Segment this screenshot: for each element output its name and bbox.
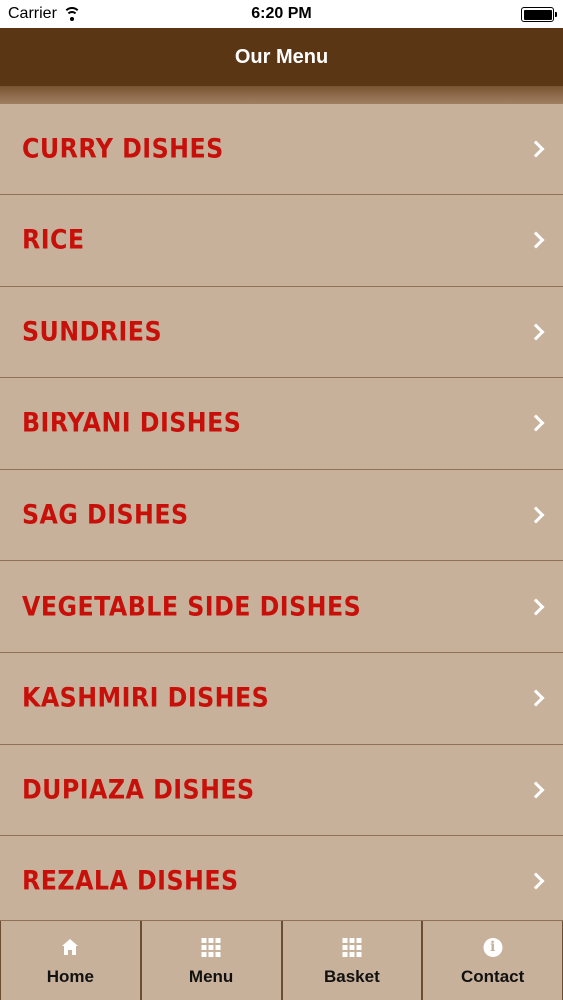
menu-item-sag-dishes[interactable]: SAG DISHES — [0, 469, 563, 562]
menu-item-label: RICE — [22, 224, 85, 256]
tab-bar: Home Menu Basket i Contact — [0, 920, 563, 1000]
menu-item-biryani-dishes[interactable]: BIRYANI DISHES — [0, 378, 563, 470]
nav-bar: Our Menu — [0, 28, 563, 86]
tab-contact[interactable]: i Contact — [422, 921, 563, 1000]
menu-item-rezala-dishes[interactable]: REZALA DISHES — [0, 836, 563, 920]
chevron-right-icon — [527, 598, 545, 616]
menu-item-label: SUNDRIES — [22, 316, 163, 348]
menu-item-curry-dishes[interactable]: CURRY DISHES — [0, 104, 563, 195]
menu-item-sundries[interactable]: SUNDRIES — [0, 286, 563, 379]
nav-bar-shadow — [0, 86, 563, 104]
home-icon — [62, 939, 79, 955]
chevron-right-icon — [527, 140, 545, 158]
chevron-right-icon — [527, 781, 545, 799]
chevron-right-icon — [527, 323, 545, 341]
grid-icon — [201, 938, 221, 957]
tab-home[interactable]: Home — [0, 921, 141, 1000]
tab-label: Contact — [460, 967, 525, 986]
tab-menu[interactable]: Menu — [140, 921, 282, 1000]
tab-label: Basket — [323, 967, 380, 986]
menu-item-label: DUPIAZA DISHES — [22, 774, 255, 806]
menu-list: CURRY DISHES RICE SUNDRIES BIRYANI DISHE… — [0, 104, 563, 920]
chevron-right-icon — [527, 231, 545, 249]
menu-item-label: CURRY DISHES — [22, 133, 224, 165]
menu-item-rice[interactable]: RICE — [0, 195, 563, 287]
menu-item-label: VEGETABLE SIDE DISHES — [22, 591, 362, 623]
menu-item-kashmiri-dishes[interactable]: KASHMIRI DISHES — [0, 652, 563, 745]
status-time: 6:20 PM — [251, 5, 312, 22]
menu-item-dupiaza-dishes[interactable]: DUPIAZA DISHES — [0, 744, 563, 837]
menu-item-label: SAG DISHES — [22, 499, 189, 531]
grid-icon — [342, 938, 362, 957]
tab-label: Home — [46, 967, 94, 986]
tab-basket[interactable]: Basket — [281, 921, 423, 1000]
menu-item-vegetable-side-dishes[interactable]: VEGETABLE SIDE DISHES — [0, 561, 563, 653]
tab-label: Menu — [188, 967, 234, 986]
chevron-right-icon — [527, 872, 545, 890]
menu-item-label: BIRYANI DISHES — [22, 407, 242, 439]
chevron-right-icon — [527, 414, 545, 432]
chevron-right-icon — [527, 689, 545, 707]
info-icon: i — [483, 938, 503, 957]
menu-item-label: KASHMIRI DISHES — [22, 682, 270, 714]
page-title: Our Menu — [234, 46, 329, 68]
status-bar: Carrier 6:20 PM — [0, 0, 563, 28]
chevron-right-icon — [527, 506, 545, 524]
menu-item-label: REZALA DISHES — [22, 865, 239, 897]
battery-icon — [521, 7, 557, 22]
